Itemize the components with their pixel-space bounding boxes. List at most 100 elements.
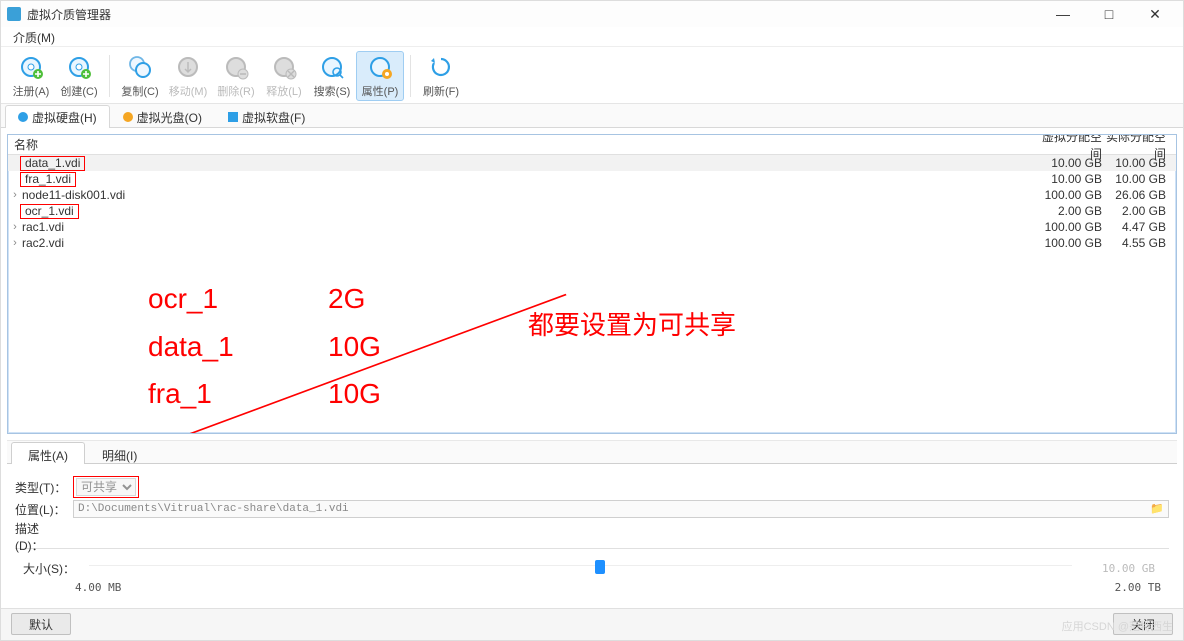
col-name[interactable]: 名称 — [8, 136, 1036, 153]
toolbar-search[interactable]: 搜索(S) — [308, 51, 356, 101]
disk-search-icon — [318, 53, 346, 81]
toolbar-release[interactable]: 释放(L) — [260, 51, 308, 101]
table-row[interactable]: fra_1.vdi10.00 GB10.00 GB — [8, 171, 1176, 187]
annotation-line: fra_110G — [148, 370, 408, 418]
toolbar-copy-label: 复制(C) — [121, 83, 158, 99]
hdd-icon — [18, 112, 28, 122]
disk-properties-icon — [366, 53, 394, 81]
row-actual: 26.06 GB — [1106, 188, 1176, 202]
toolbar-remove-label: 删除(R) — [217, 83, 254, 99]
annotation-type-highlight: 可共享 — [73, 476, 139, 498]
toolbar-refresh-label: 刷新(F) — [423, 83, 459, 99]
disk-add-icon — [17, 53, 45, 81]
fdd-icon — [228, 112, 238, 122]
toolbar-remove[interactable]: 删除(R) — [212, 51, 260, 101]
toolbar-move-label: 移动(M) — [169, 83, 208, 99]
row-virtual: 10.00 GB — [1036, 156, 1106, 170]
table-row[interactable]: ›rac1.vdi100.00 GB4.47 GB — [8, 219, 1176, 235]
row-name: rac2.vdi — [22, 236, 1036, 250]
expand-icon[interactable]: › — [8, 237, 22, 249]
size-max: 2.00 TB — [1115, 581, 1161, 594]
proptab-attributes[interactable]: 属性(A) — [11, 442, 85, 464]
subtab-odd-label: 虚拟光盘(O) — [137, 109, 202, 126]
annotation-main-text: 都要设置为可共享 — [528, 305, 736, 342]
size-min: 4.00 MB — [75, 581, 121, 594]
toolbar-refresh[interactable]: 刷新(F) — [417, 51, 465, 101]
subtab-hdd[interactable]: 虚拟硬盘(H) — [5, 105, 110, 128]
disk-release-icon — [270, 53, 298, 81]
annotation-line: ocr_12G — [148, 275, 408, 323]
type-label: 类型(T)： — [15, 479, 67, 496]
toolbar-move[interactable]: 移动(M) — [164, 51, 212, 101]
table-row[interactable]: data_1.vdi 10.00 GB10.00 GB — [8, 155, 1176, 171]
minimize-button[interactable]: — — [1049, 6, 1077, 23]
media-subtabs: 虚拟硬盘(H) 虚拟光盘(O) 虚拟软盘(F) — [1, 104, 1183, 128]
menu-media[interactable]: 介质(M) — [7, 29, 61, 47]
annotation-row-highlight: fra_1.vdi — [20, 172, 76, 187]
subtab-hdd-label: 虚拟硬盘(H) — [32, 109, 97, 126]
toolbar-add-label: 注册(A) — [13, 83, 50, 99]
row-virtual: 100.00 GB — [1036, 220, 1106, 234]
row-actual: 2.00 GB — [1106, 204, 1176, 218]
bottom-bar: 默认 关闭 — [1, 608, 1183, 640]
table-row[interactable]: ›node11-disk001.vdi100.00 GB26.06 GB — [8, 187, 1176, 203]
toolbar-create[interactable]: 创建(C) — [55, 51, 103, 101]
location-label: 位置(L)： — [15, 501, 67, 518]
annotation-row-highlight: ocr_1.vdi — [20, 204, 79, 219]
row-actual: 4.47 GB — [1106, 220, 1176, 234]
disk-remove-icon — [222, 53, 250, 81]
window-title: 虚拟介质管理器 — [27, 6, 1049, 23]
toolbar-create-label: 创建(C) — [60, 83, 97, 99]
toolbar-copy[interactable]: 复制(C) — [116, 51, 164, 101]
table-row[interactable]: ›rac2.vdi100.00 GB4.55 GB — [8, 235, 1176, 251]
size-slider[interactable] — [89, 557, 1072, 579]
odd-icon — [123, 112, 133, 122]
row-name: ocr_1.vdi — [22, 204, 1036, 219]
row-virtual: 2.00 GB — [1036, 204, 1106, 218]
folder-icon[interactable]: 📁 — [1150, 502, 1164, 516]
size-range-labels: 4.00 MB 2.00 TB — [15, 581, 1169, 598]
toolbar-release-label: 释放(L) — [266, 83, 301, 99]
toolbar-search-label: 搜索(S) — [314, 83, 351, 99]
row-name: fra_1.vdi — [22, 172, 1036, 187]
row-name: rac1.vdi — [22, 220, 1036, 234]
row-actual: 4.55 GB — [1106, 236, 1176, 250]
toolbar-properties[interactable]: 属性(P) — [356, 51, 404, 101]
annotation-row-highlight: data_1.vdi — [20, 156, 85, 171]
row-virtual: 100.00 GB — [1036, 188, 1106, 202]
proptab-details[interactable]: 明细(I) — [85, 442, 154, 464]
disk-list-panel: 名称 虚拟分配空间 实际分配空间 data_1.vdi10.00 GB10.00… — [7, 134, 1177, 434]
size-value: 10.00 GB — [1086, 562, 1161, 575]
disk-copy-icon — [126, 53, 154, 81]
toolbar-properties-label: 属性(P) — [362, 83, 399, 99]
subtab-fdd[interactable]: 虚拟软盘(F) — [215, 105, 318, 128]
annotation-line: data_110G — [148, 323, 408, 371]
watermark: 应用CSDN @范特西生 — [1062, 618, 1173, 634]
location-field[interactable]: D:\Documents\Vitrual\rac-share\data_1.vd… — [73, 500, 1169, 518]
row-virtual: 10.00 GB — [1036, 172, 1106, 186]
desc-label: 描述(D)： — [15, 520, 67, 554]
content-area: 名称 虚拟分配空间 实际分配空间 data_1.vdi10.00 GB10.00… — [1, 128, 1183, 608]
close-button[interactable]: ✕ — [1141, 6, 1169, 23]
expand-icon[interactable]: › — [8, 221, 22, 233]
subtab-odd[interactable]: 虚拟光盘(O) — [110, 105, 215, 128]
table-row[interactable]: ocr_1.vdi 2.00 GB2.00 GB — [8, 203, 1176, 219]
type-select[interactable]: 可共享 — [76, 478, 136, 496]
row-virtual: 100.00 GB — [1036, 236, 1106, 250]
list-body[interactable]: data_1.vdi10.00 GB10.00 GBfra_1.vdi10.00… — [8, 155, 1176, 251]
row-actual: 10.00 GB — [1106, 156, 1176, 170]
default-button[interactable]: 默认 — [11, 613, 71, 635]
disk-create-icon — [65, 53, 93, 81]
disk-move-icon — [174, 53, 202, 81]
subtab-fdd-label: 虚拟软盘(F) — [242, 109, 305, 126]
maximize-button[interactable]: □ — [1095, 6, 1123, 23]
annotation-size-block: ocr_12Gdata_110Gfra_110G — [148, 275, 408, 418]
menubar: 介质(M) — [1, 27, 1183, 47]
location-value: D:\Documents\Vitrual\rac-share\data_1.vd… — [78, 503, 349, 515]
app-icon — [7, 7, 21, 21]
row-name: node11-disk001.vdi — [22, 188, 1036, 202]
toolbar-add[interactable]: 注册(A) — [7, 51, 55, 101]
list-header: 名称 虚拟分配空间 实际分配空间 — [8, 135, 1176, 155]
property-tabs: 属性(A) 明细(I) — [7, 440, 1177, 464]
expand-icon[interactable]: › — [8, 189, 22, 201]
